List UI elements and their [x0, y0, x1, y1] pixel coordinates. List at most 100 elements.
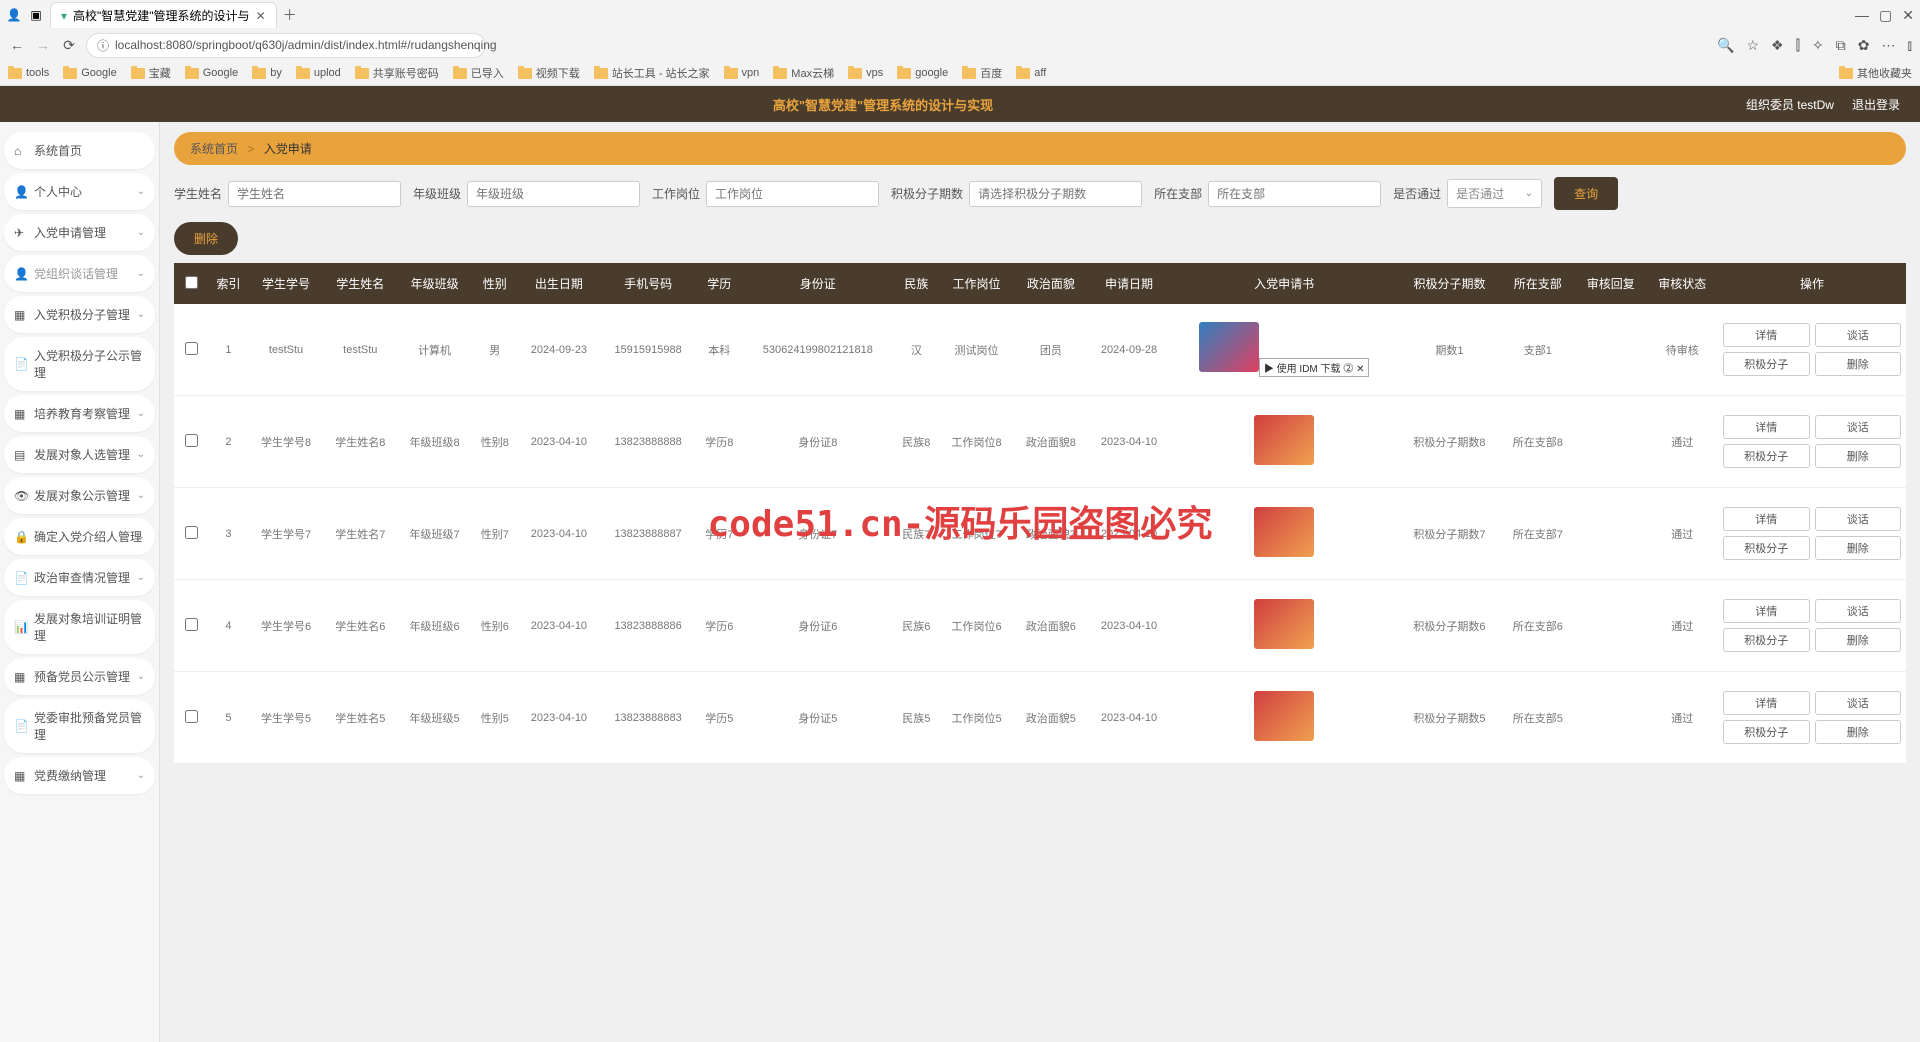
breadcrumb-home[interactable]: 系统首页	[190, 142, 238, 156]
maximize-icon[interactable]: ▢	[1879, 7, 1892, 24]
action-谈话[interactable]: 谈话	[1815, 507, 1901, 531]
class-input[interactable]	[467, 181, 640, 207]
application-thumb[interactable]	[1254, 599, 1314, 649]
ext3-icon[interactable]: ✿	[1858, 37, 1870, 54]
sidebar-item[interactable]: 📄入党积极分子公示管理	[4, 337, 155, 391]
address-bar[interactable]: ⓘ localhost:8080/springboot/q630j/admin/…	[86, 33, 486, 58]
period-select[interactable]	[969, 181, 1142, 207]
bookmark-item[interactable]: Google	[185, 67, 238, 79]
action-积极分子[interactable]: 积极分子	[1723, 444, 1809, 468]
collections-icon[interactable]: ✧	[1812, 37, 1824, 54]
sidebar-item[interactable]: ▦党费缴纳管理⌄	[4, 757, 155, 794]
query-button[interactable]: 查询	[1554, 177, 1618, 210]
user-label[interactable]: 组织委员 testDw	[1746, 96, 1834, 113]
action-删除[interactable]: 删除	[1815, 720, 1901, 744]
action-积极分子[interactable]: 积极分子	[1723, 536, 1809, 560]
bookmark-item[interactable]: google	[897, 67, 948, 79]
action-谈话[interactable]: 谈话	[1815, 415, 1901, 439]
close-tab-icon[interactable]: ✕	[256, 9, 266, 23]
action-积极分子[interactable]: 积极分子	[1723, 628, 1809, 652]
pass-select[interactable]: 是否通过 ⌄	[1447, 179, 1542, 208]
idm-download-badge[interactable]: ▶ 使用 IDM 下载 ⓶ ✕	[1259, 358, 1370, 377]
branch-input[interactable]	[1208, 181, 1381, 207]
delete-button[interactable]: 删除	[174, 222, 238, 255]
bookmark-item[interactable]: vpn	[724, 67, 760, 79]
bookmark-item[interactable]: by	[252, 67, 282, 79]
browser-tab[interactable]: ▾ 高校"智慧党建"管理系统的设计与 ✕	[50, 2, 277, 28]
sidebar-toggle-icon[interactable]: ▣	[28, 7, 44, 23]
bookmark-item[interactable]: uplod	[296, 67, 341, 79]
sidebar-item[interactable]: ▦培养教育考察管理⌄	[4, 395, 155, 432]
action-删除[interactable]: 删除	[1815, 352, 1901, 376]
forward-icon[interactable]: →	[34, 36, 52, 54]
ext2-icon[interactable]: ⧉	[1836, 37, 1846, 54]
action-详情[interactable]: 详情	[1723, 415, 1809, 439]
bookmark-item[interactable]: aff	[1016, 67, 1046, 79]
action-详情[interactable]: 详情	[1723, 323, 1809, 347]
ext1-icon[interactable]: ❖	[1771, 37, 1784, 54]
action-详情[interactable]: 详情	[1723, 691, 1809, 715]
sidebar-item[interactable]: 📄党委审批预备党员管理	[4, 699, 155, 753]
application-thumb[interactable]	[1254, 507, 1314, 557]
sidebar-item[interactable]: 📊发展对象培训证明管理	[4, 600, 155, 654]
close-window-icon[interactable]: ✕	[1902, 7, 1914, 24]
sidebar-item[interactable]: 🔒确定入党介绍人管理⌄	[4, 518, 155, 555]
action-谈话[interactable]: 谈话	[1815, 599, 1901, 623]
bookmark-item[interactable]: tools	[8, 67, 49, 79]
bookmark-item[interactable]: Max云梯	[773, 65, 834, 81]
new-tab-icon[interactable]: ＋	[283, 5, 297, 25]
search-icon[interactable]: 🔍	[1717, 37, 1734, 54]
sidebar-item[interactable]: ▤发展对象人选管理⌄	[4, 436, 155, 473]
application-thumb[interactable]	[1254, 415, 1314, 465]
sidebar-item[interactable]: 📄政治审查情况管理⌄	[4, 559, 155, 596]
row-checkbox[interactable]	[185, 434, 198, 447]
application-thumb[interactable]	[1199, 322, 1259, 372]
favorite-icon[interactable]: ☆	[1746, 37, 1759, 54]
sidebar-item[interactable]: ▦预备党员公示管理⌄	[4, 658, 155, 695]
logout-link[interactable]: 退出登录	[1852, 96, 1900, 113]
minimize-icon[interactable]: —	[1855, 7, 1869, 24]
job-input[interactable]	[706, 181, 879, 207]
bookmark-item[interactable]: vps	[848, 67, 883, 79]
sidebar-item[interactable]: 👁发展对象公示管理⌄	[4, 477, 155, 514]
row-checkbox[interactable]	[185, 618, 198, 631]
row-checkbox[interactable]	[185, 342, 198, 355]
action-谈话[interactable]: 谈话	[1815, 691, 1901, 715]
action-删除[interactable]: 删除	[1815, 444, 1901, 468]
select-all-checkbox[interactable]	[185, 276, 198, 289]
refresh-icon[interactable]: ⟳	[60, 36, 78, 54]
bookmark-item[interactable]: 站长工具 - 站长之家	[594, 65, 710, 81]
name-input[interactable]	[228, 181, 401, 207]
menu-icon[interactable]: ⋯	[1882, 37, 1896, 54]
bars-icon: ▤	[14, 448, 28, 462]
sidebar-item-label: 个人中心	[34, 183, 82, 200]
bookmark-overflow[interactable]: 其他收藏夹	[1839, 65, 1912, 81]
action-详情[interactable]: 详情	[1723, 599, 1809, 623]
action-删除[interactable]: 删除	[1815, 536, 1901, 560]
bookmark-item[interactable]: 已导入	[453, 65, 504, 81]
bookmark-item[interactable]: Google	[63, 67, 116, 79]
application-thumb[interactable]	[1254, 691, 1314, 741]
action-删除[interactable]: 删除	[1815, 628, 1901, 652]
bookmark-item[interactable]: 宝藏	[131, 65, 171, 81]
back-icon[interactable]: ←	[8, 36, 26, 54]
action-谈话[interactable]: 谈话	[1815, 323, 1901, 347]
sidebar-item[interactable]: ▦入党积极分子管理⌄	[4, 296, 155, 333]
sidebar-item[interactable]: ⌂系统首页	[4, 132, 155, 169]
sidebar-item[interactable]: 👤个人中心⌄	[4, 173, 155, 210]
profile-icon[interactable]: 👤	[6, 7, 22, 23]
row-checkbox[interactable]	[185, 710, 198, 723]
sidebar-item[interactable]: 👤党组织谈话管理⌄	[4, 255, 155, 292]
action-积极分子[interactable]: 积极分子	[1723, 352, 1809, 376]
devices-icon[interactable]: ⫿	[1796, 37, 1800, 54]
bookmark-item[interactable]: 视频下载	[518, 65, 580, 81]
folder-icon	[453, 68, 467, 79]
panel-icon[interactable]: ⫾	[1908, 37, 1912, 54]
sidebar-item[interactable]: ✈入党申请管理⌄	[4, 214, 155, 251]
action-积极分子[interactable]: 积极分子	[1723, 720, 1809, 744]
action-详情[interactable]: 详情	[1723, 507, 1809, 531]
row-checkbox[interactable]	[185, 526, 198, 539]
bookmark-item[interactable]: 共享账号密码	[355, 65, 439, 81]
table-row: 2学生学号8学生姓名8年级班级8性别82023-04-1013823888888…	[174, 396, 1906, 488]
bookmark-item[interactable]: 百度	[962, 65, 1002, 81]
